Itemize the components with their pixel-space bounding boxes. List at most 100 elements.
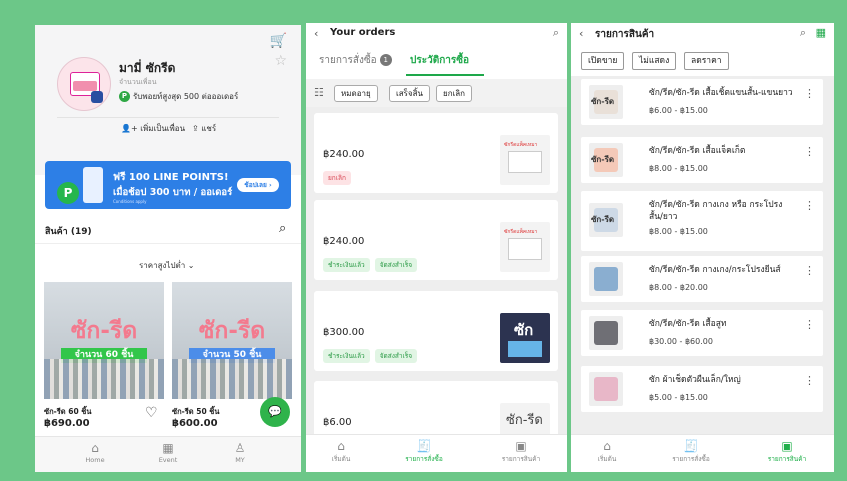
product-row[interactable]: ซัก-รีด ซัก/รีด/ซัก-รีด เสื้อแจ็คเก็ต ฿8… xyxy=(581,137,823,183)
more-options-icon[interactable]: ⋮ xyxy=(804,145,815,158)
product-title: ซัก/รีด/ซัก-รีด เสื้อสูท xyxy=(649,319,727,329)
points-note-text: รับพอยท์สูงสุด 500 ต่อออเดอร์ xyxy=(133,92,239,101)
nav-home-label: เริ่มต้น xyxy=(597,455,617,463)
more-options-icon[interactable]: ⋮ xyxy=(804,264,815,277)
product-price-range: ฿8.00 - ฿15.00 xyxy=(649,164,708,173)
more-options-icon[interactable]: ⋮ xyxy=(804,199,815,212)
product-title: ซัก/รีด/ซัก-รีด กางเกง หรือ กระโปรง สั้น… xyxy=(649,200,783,222)
nav-orders[interactable]: 🧾 รายการสั่งซื้อ xyxy=(394,439,454,464)
order-thumbnail: ซัก xyxy=(500,313,550,363)
status-badge: จัดส่งสำเร็จ xyxy=(374,258,418,272)
product-image[interactable]: ซัก-รีด จำนวน 60 ชิ้น xyxy=(44,282,164,399)
heart-icon[interactable]: ♡ xyxy=(145,405,158,421)
product-image-text: ซัก-รีด xyxy=(198,318,266,344)
product-price-range: ฿8.00 - ฿15.00 xyxy=(649,227,708,236)
thumb-text: ซัก-รีด xyxy=(591,215,615,224)
product-row[interactable]: ซัก-รีด ซัก/รีด/ซัก-รีด กางเกง หรือ กระโ… xyxy=(581,191,823,251)
promo-banner[interactable]: P ฟรี 100 LINE POINTS! เมื่อช้อป 300 บาท… xyxy=(45,161,291,209)
order-card[interactable]: ฿6.00 ซัก-รีด xyxy=(314,381,558,453)
thumb-text: ซัก xyxy=(514,321,534,339)
order-card[interactable]: ฿300.00 ชำระเงินแล้ว จัดส่งสำเร็จ ซัก xyxy=(314,291,558,371)
nav-event[interactable]: ▦ Event xyxy=(138,441,198,464)
search-icon[interactable]: ⌕ xyxy=(553,26,559,40)
nav-home[interactable]: ⌂ Home xyxy=(65,441,125,464)
product-title: ซัก/รีด/ซัก-รีด เสื้อเชิ้ตแขนสั้น-แขนยาว xyxy=(649,88,793,98)
product-title: ซัก ผ้าเช็ดตัวผืนเล็ก/ใหญ่ xyxy=(649,375,741,385)
product-name[interactable]: ซัก-รีด 50 ชิ้น xyxy=(172,406,220,418)
product-row[interactable]: ซัก/รีด/ซัก-รีด กางเกง/กระโปรงยีนส์ ฿8.0… xyxy=(581,256,823,302)
clothes-rack-image xyxy=(44,359,164,399)
more-options-icon[interactable]: ⋮ xyxy=(804,87,815,100)
divider xyxy=(35,243,301,244)
add-friend-button[interactable]: 👤+ เพิ่มเป็นเพื่อน xyxy=(121,122,185,135)
filter-chip-hidden[interactable]: ไม่แสดง xyxy=(632,52,677,70)
more-options-icon[interactable]: ⋮ xyxy=(804,374,815,387)
nav-home-label: Home xyxy=(85,456,105,464)
filter-chip-completed[interactable]: เสร็จสิ้น xyxy=(389,85,430,102)
order-card[interactable]: ฿240.00 ชำระเงินแล้ว จัดส่งสำเร็จ ซักรีด… xyxy=(314,200,558,280)
add-friend-label: เพิ่มเป็นเพื่อน xyxy=(140,124,186,133)
home-icon: ⌂ xyxy=(91,441,99,455)
product-row[interactable]: ซัก/รีด/ซัก-รีด เสื้อสูท ฿30.00 - ฿60.00… xyxy=(581,310,823,356)
nav-products[interactable]: ▣ รายการสินค้า xyxy=(757,439,817,464)
nav-home-label: เริ่มต้น xyxy=(331,455,351,463)
order-price: ฿240.00 xyxy=(323,236,365,247)
product-title: ซัก/รีด/ซัก-รีด กางเกง/กระโปรงยีนส์ xyxy=(649,265,781,275)
product-thumbnail: ซัก-รีด xyxy=(589,85,623,119)
shop-name: มามี่ ซักรีด xyxy=(119,61,176,75)
back-arrow-icon[interactable]: ‹ xyxy=(314,27,318,40)
tab-orders[interactable]: รายการสั่งซื้อ 1 xyxy=(319,53,392,68)
favorite-star-icon[interactable]: ☆ xyxy=(274,53,287,69)
order-card[interactable]: ฿240.00 ยกเลิก ซักรีดแพ็คเหมา xyxy=(314,113,558,193)
orders-screen: ‹ Your orders ⌕ รายการสั่งซื้อ 1 ประวัติก… xyxy=(306,23,567,472)
filter-chip-on-sale[interactable]: เปิดขาย xyxy=(581,52,625,70)
share-icon: ⇪ xyxy=(192,124,199,133)
product-price-range: ฿6.00 - ฿15.00 xyxy=(649,106,708,115)
status-badge: ยกเลิก xyxy=(323,171,351,185)
filter-chip-cancelled[interactable]: ยกเลิก xyxy=(436,85,473,102)
product-row[interactable]: ซัก ผ้าเช็ดตัวผืนเล็ก/ใหญ่ ฿5.00 - ฿15.0… xyxy=(581,366,823,412)
tab-orders-label: รายการสั่งซื้อ xyxy=(319,55,377,66)
sort-dropdown[interactable]: ราคาสูงไปต่ำ ⌄ xyxy=(139,259,194,272)
more-options-icon[interactable]: ⋮ xyxy=(804,318,815,331)
product-name[interactable]: ซัก-รีด 60 ชิ้น xyxy=(44,406,92,418)
thumb-text: ซักรีดแพ็คเหมา xyxy=(504,229,538,235)
order-thumbnail: ซักรีดแพ็คเหมา xyxy=(500,135,550,185)
chat-bubble-icon: 💬 xyxy=(268,405,282,418)
filter-chip-expired[interactable]: หมดอายุ xyxy=(334,85,378,102)
filter-sliders-icon[interactable]: ☷ xyxy=(314,86,324,99)
product-thumbnail: ซัก-รีด xyxy=(589,203,623,237)
order-price: ฿6.00 xyxy=(323,417,352,428)
tab-history[interactable]: ประวัติการซื้อ xyxy=(410,53,469,68)
nav-orders-label: รายการสั่งซื้อ xyxy=(672,455,710,463)
banner-headline: ฟรี 100 LINE POINTS! xyxy=(113,172,229,183)
chat-button[interactable]: 💬 xyxy=(260,397,290,427)
home-icon: ⌂ xyxy=(337,439,345,453)
calendar-add-icon[interactable]: ▦ xyxy=(816,26,826,39)
page-title: รายการสินค้า xyxy=(595,29,655,40)
search-icon[interactable]: ⌕ xyxy=(279,221,286,236)
person-icon: ♙ xyxy=(234,441,246,455)
share-button[interactable]: ⇪ แชร์ xyxy=(192,122,216,135)
nav-products-label: รายการสินค้า xyxy=(767,455,807,463)
search-icon[interactable]: ⌕ xyxy=(800,26,806,40)
nav-home[interactable]: ⌂ เริ่มต้น xyxy=(577,439,637,464)
cart-icon[interactable]: 🛒 xyxy=(270,33,287,49)
filter-chip-discount[interactable]: ลดราคา xyxy=(684,52,729,70)
receipt-icon: 🧾 xyxy=(683,439,699,453)
back-arrow-icon[interactable]: ‹ xyxy=(579,27,583,40)
nav-products[interactable]: ▣ รายการสินค้า xyxy=(491,439,551,464)
nav-orders[interactable]: 🧾 รายการสั่งซื้อ xyxy=(661,439,721,464)
status-badge: จัดส่งสำเร็จ xyxy=(374,349,418,363)
banner-shop-now-button[interactable]: ช้อปเลย › xyxy=(237,178,279,192)
divider xyxy=(57,117,279,118)
product-image[interactable]: ซัก-รีด จำนวน 50 ชิ้น xyxy=(172,282,292,399)
line-points-icon: P xyxy=(57,182,79,204)
clothes-rack-image xyxy=(172,359,292,399)
product-row[interactable]: ซัก-รีด ซัก/รีด/ซัก-รีด เสื้อเชิ้ตแขนสั้… xyxy=(581,79,823,125)
nav-my[interactable]: ♙ MY xyxy=(210,441,270,464)
thumb-text: ซัก-รีด xyxy=(591,97,615,106)
nav-home[interactable]: ⌂ เริ่มต้น xyxy=(311,439,371,464)
shop-avatar xyxy=(57,57,111,111)
share-label: แชร์ xyxy=(201,124,217,133)
